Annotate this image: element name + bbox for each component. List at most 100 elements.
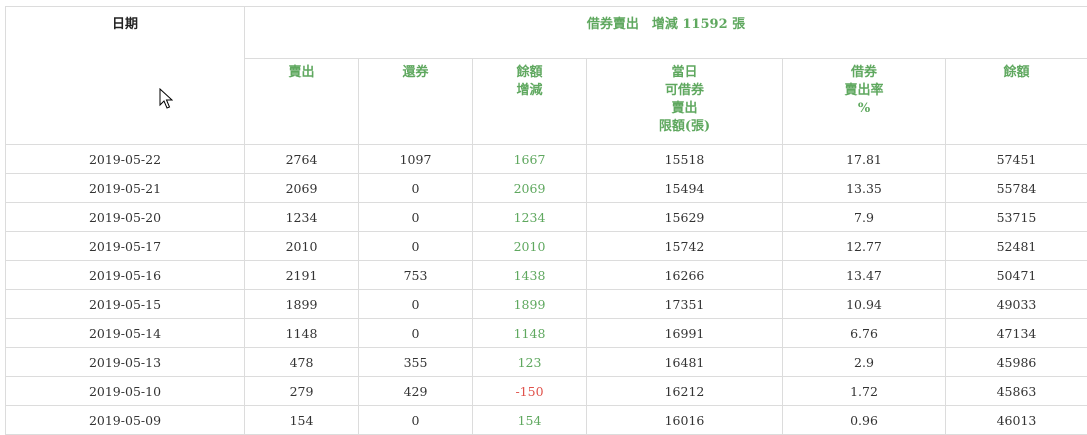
cell-return: 0	[359, 203, 473, 232]
securities-lending-table-container: 日期 借券賣出 增減 11592 張 賣出 還券 餘額 增減 當日 可借券 賣出…	[5, 6, 1087, 435]
cell-change: 154	[473, 406, 587, 435]
cell-limit: 16991	[587, 319, 783, 348]
cell-date: 2019-05-15	[6, 290, 245, 319]
header-line: 餘額	[473, 64, 586, 82]
cell-date: 2019-05-21	[6, 174, 245, 203]
cell-sell: 1148	[245, 319, 359, 348]
cell-limit: 16016	[587, 406, 783, 435]
cell-change: -150	[473, 377, 587, 406]
cell-rate: 1.72	[783, 377, 946, 406]
cell-limit: 15629	[587, 203, 783, 232]
table-row: 2019-05-21 2069 0 2069 15494 13.35 55784	[6, 174, 1087, 203]
cell-date: 2019-05-14	[6, 319, 245, 348]
header-line: 賣出	[587, 100, 782, 118]
cell-balance: 46013	[946, 406, 1087, 435]
table-row: 2019-05-13 478 355 123 16481 2.9 45986	[6, 348, 1087, 377]
cell-balance: 52481	[946, 232, 1087, 261]
cell-return: 0	[359, 406, 473, 435]
header-line: 限額(張)	[587, 118, 782, 136]
header-line: %	[783, 100, 945, 118]
table-row: 2019-05-22 2764 1097 1667 15518 17.81 57…	[6, 145, 1087, 174]
cell-return: 0	[359, 232, 473, 261]
cell-return: 429	[359, 377, 473, 406]
cell-date: 2019-05-17	[6, 232, 245, 261]
table-row: 2019-05-10 279 429 -150 16212 1.72 45863	[6, 377, 1087, 406]
table-row: 2019-05-14 1148 0 1148 16991 6.76 47134	[6, 319, 1087, 348]
cell-rate: 0.96	[783, 406, 946, 435]
cell-rate: 13.47	[783, 261, 946, 290]
cell-date: 2019-05-20	[6, 203, 245, 232]
cell-rate: 17.81	[783, 145, 946, 174]
cell-return: 753	[359, 261, 473, 290]
cell-rate: 2.9	[783, 348, 946, 377]
cell-rate: 13.35	[783, 174, 946, 203]
cell-balance: 50471	[946, 261, 1087, 290]
cell-limit: 15518	[587, 145, 783, 174]
cell-sell: 2764	[245, 145, 359, 174]
cell-balance: 55784	[946, 174, 1087, 203]
table-row: 2019-05-16 2191 753 1438 16266 13.47 504…	[6, 261, 1087, 290]
cell-sell: 1234	[245, 203, 359, 232]
cell-change: 2010	[473, 232, 587, 261]
cell-rate: 12.77	[783, 232, 946, 261]
cell-change: 1438	[473, 261, 587, 290]
cell-date: 2019-05-16	[6, 261, 245, 290]
securities-lending-table: 日期 借券賣出 增減 11592 張 賣出 還券 餘額 增減 當日 可借券 賣出…	[5, 6, 1087, 435]
column-header-return: 還券	[359, 59, 473, 145]
cell-return: 0	[359, 174, 473, 203]
table-row: 2019-05-20 1234 0 1234 15629 7.9 53715	[6, 203, 1087, 232]
header-line: 可借券	[587, 82, 782, 100]
cell-rate: 6.76	[783, 319, 946, 348]
cell-rate: 10.94	[783, 290, 946, 319]
table-row: 2019-05-17 2010 0 2010 15742 12.77 52481	[6, 232, 1087, 261]
cell-sell: 154	[245, 406, 359, 435]
cell-date: 2019-05-09	[6, 406, 245, 435]
table-header: 日期 借券賣出 增減 11592 張 賣出 還券 餘額 增減 當日 可借券 賣出…	[6, 7, 1087, 145]
column-header-sell: 賣出	[245, 59, 359, 145]
cell-date: 2019-05-13	[6, 348, 245, 377]
cell-balance: 53715	[946, 203, 1087, 232]
column-header-balance: 餘額	[946, 59, 1087, 145]
cell-return: 0	[359, 290, 473, 319]
cell-sell: 1899	[245, 290, 359, 319]
cell-sell: 279	[245, 377, 359, 406]
cell-balance: 57451	[946, 145, 1087, 174]
cell-balance: 45863	[946, 377, 1087, 406]
header-line: 借券	[783, 64, 945, 82]
cell-change: 1148	[473, 319, 587, 348]
cell-return: 0	[359, 319, 473, 348]
cell-change: 1234	[473, 203, 587, 232]
group-header-short-sale: 借券賣出 增減 11592 張	[245, 7, 1087, 59]
column-header-date: 日期	[6, 7, 245, 145]
header-line: 賣出率	[783, 82, 945, 100]
cell-change: 123	[473, 348, 587, 377]
cell-balance: 47134	[946, 319, 1087, 348]
cell-balance: 45986	[946, 348, 1087, 377]
mouse-pointer-icon	[159, 88, 173, 110]
cell-limit: 15742	[587, 232, 783, 261]
header-line: 當日	[587, 64, 782, 82]
cell-return: 1097	[359, 145, 473, 174]
cell-change: 1667	[473, 145, 587, 174]
cell-limit: 17351	[587, 290, 783, 319]
cell-sell: 478	[245, 348, 359, 377]
cell-rate: 7.9	[783, 203, 946, 232]
cell-limit: 16481	[587, 348, 783, 377]
cell-change: 1899	[473, 290, 587, 319]
cell-change: 2069	[473, 174, 587, 203]
cell-balance: 49033	[946, 290, 1087, 319]
cell-sell: 2191	[245, 261, 359, 290]
cell-limit: 16212	[587, 377, 783, 406]
column-header-sell-rate: 借券 賣出率 %	[783, 59, 946, 145]
column-header-balance-change: 餘額 增減	[473, 59, 587, 145]
cell-date: 2019-05-10	[6, 377, 245, 406]
column-header-daily-limit: 當日 可借券 賣出 限額(張)	[587, 59, 783, 145]
cell-limit: 15494	[587, 174, 783, 203]
cell-return: 355	[359, 348, 473, 377]
table-row: 2019-05-09 154 0 154 16016 0.96 46013	[6, 406, 1087, 435]
cell-limit: 16266	[587, 261, 783, 290]
header-line: 增減	[473, 82, 586, 100]
cell-sell: 2069	[245, 174, 359, 203]
table-body: 2019-05-22 2764 1097 1667 15518 17.81 57…	[6, 145, 1087, 435]
cell-date: 2019-05-22	[6, 145, 245, 174]
